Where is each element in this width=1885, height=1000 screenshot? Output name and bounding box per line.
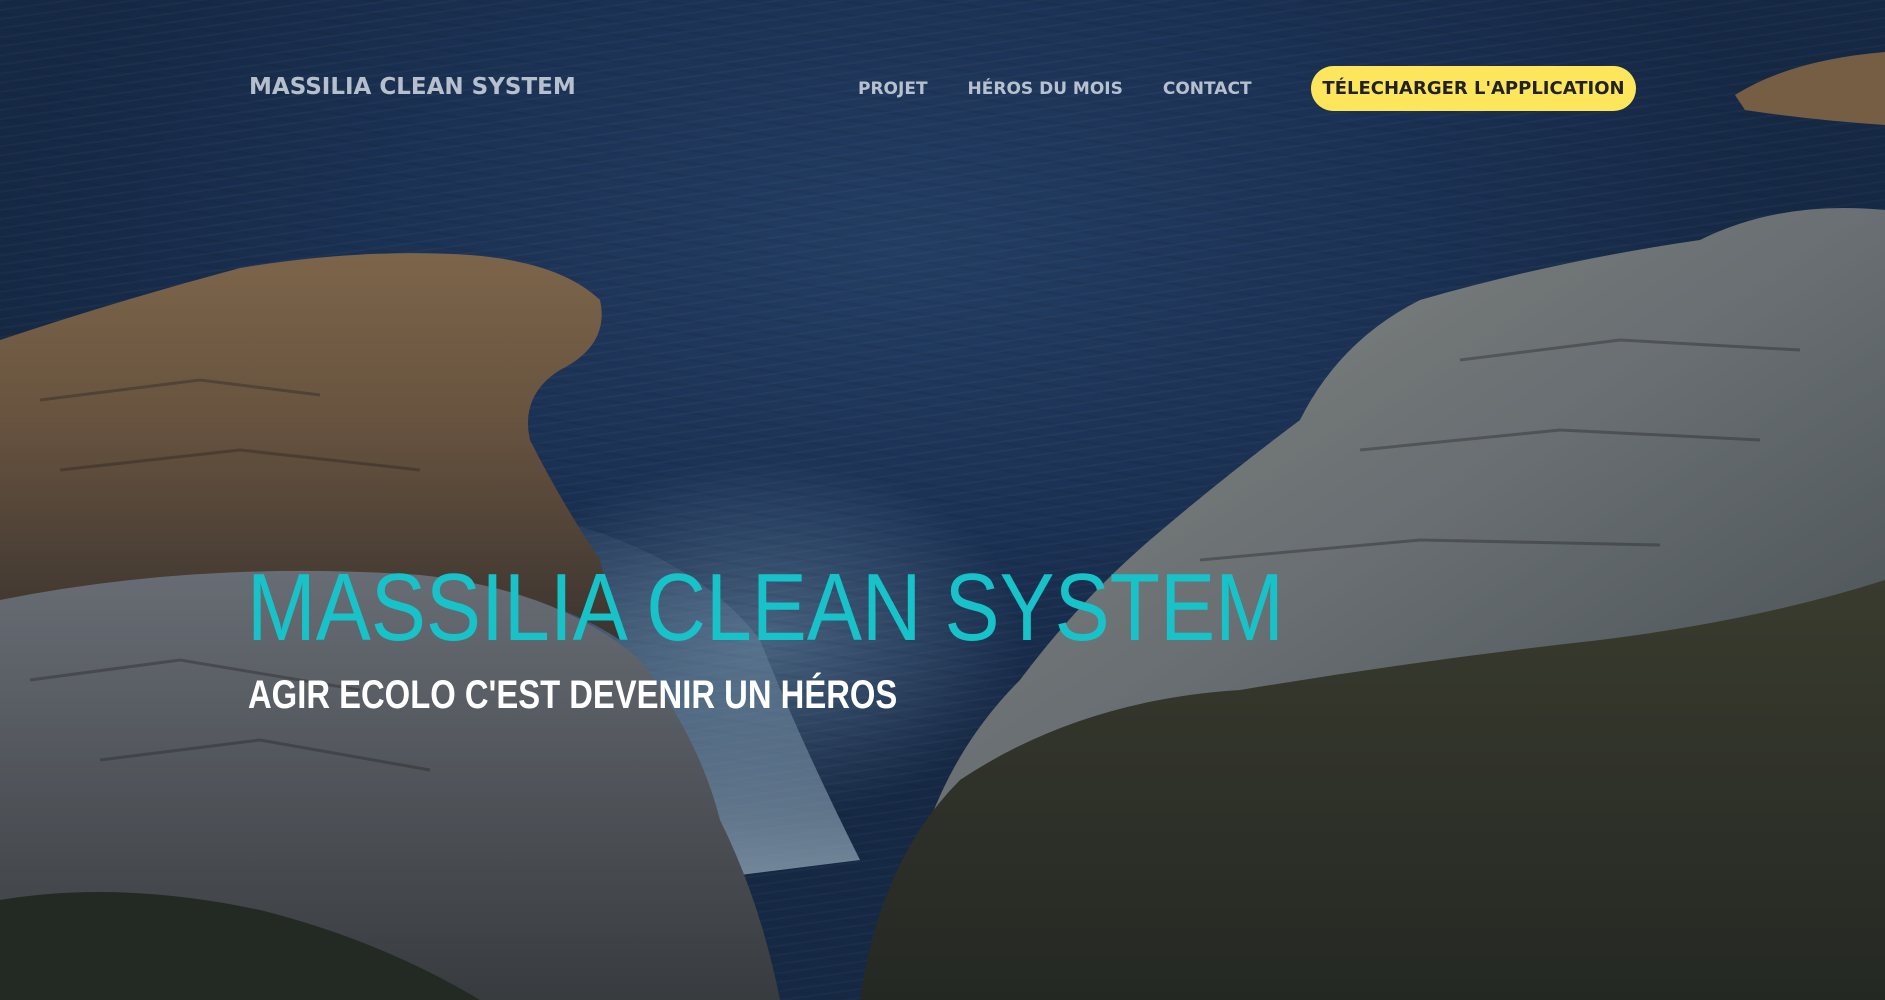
nav-links: PROJET HÉROS DU MOIS CONTACT: [858, 79, 1252, 99]
hero-section: MASSILIA CLEAN SYSTEM PROJET HÉROS DU MO…: [0, 0, 1885, 1000]
nav-link-heros-du-mois[interactable]: HÉROS DU MOIS: [968, 79, 1123, 99]
top-navbar: MASSILIA CLEAN SYSTEM PROJET HÉROS DU MO…: [0, 0, 1885, 180]
hero-subtitle: AGIR ECOLO C'EST DEVENIR UN HÉROS: [248, 673, 898, 717]
hero-title: MASSILIA CLEAN SYSTEM: [247, 554, 1284, 661]
nav-link-contact[interactable]: CONTACT: [1163, 79, 1252, 99]
download-app-button[interactable]: TÉLECHARGER L'APPLICATION: [1311, 66, 1636, 111]
brand-logo-link[interactable]: MASSILIA CLEAN SYSTEM: [249, 74, 576, 100]
nav-link-projet[interactable]: PROJET: [858, 79, 928, 99]
